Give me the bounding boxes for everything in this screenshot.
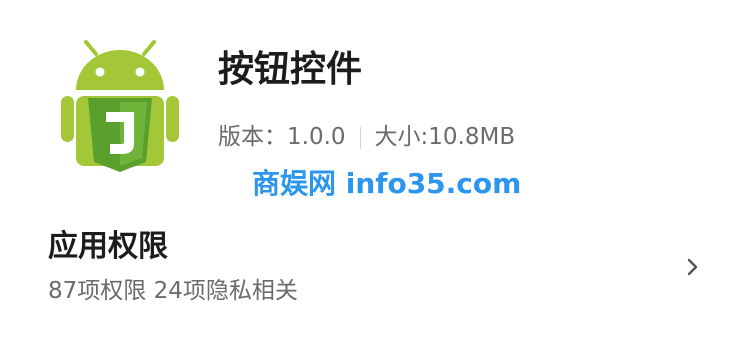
version-value: 1.0.0 bbox=[287, 124, 346, 150]
version-label: 版本： bbox=[218, 124, 287, 150]
meta-divider bbox=[359, 126, 361, 149]
app-meta: 版本： 1.0.0 大小: 10.8MB bbox=[218, 126, 515, 149]
app-icon bbox=[60, 38, 180, 180]
size-value: 10.8MB bbox=[428, 124, 516, 150]
watermark: 商娱网 info35.com bbox=[252, 167, 522, 200]
permissions-title: 应用权限 bbox=[48, 229, 168, 264]
app-name: 按钮控件 bbox=[218, 49, 363, 90]
chevron-right-icon bbox=[687, 258, 698, 276]
android-html5-icon bbox=[61, 40, 179, 172]
permissions-summary: 87项权限 24项隐私相关 bbox=[48, 278, 298, 304]
size-label: 大小: bbox=[374, 124, 429, 150]
app-permissions-row[interactable]: 应用权限 87项权限 24项隐私相关 bbox=[0, 222, 744, 318]
